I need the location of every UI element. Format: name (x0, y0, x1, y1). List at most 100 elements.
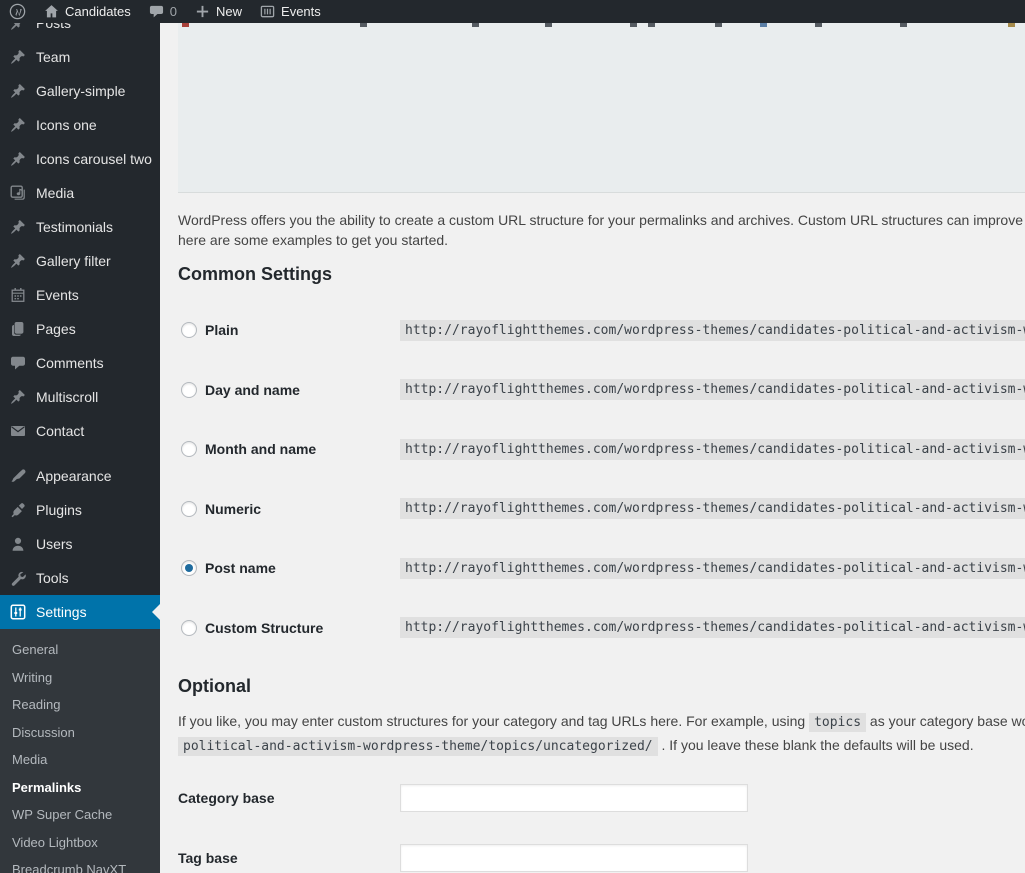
submenu-item-reading[interactable]: Reading (0, 691, 160, 719)
clipped-text-fragment (900, 23, 907, 27)
option-label: Day and name (205, 382, 400, 398)
media-icon (8, 183, 28, 203)
optional-desc-text: If you like, you may enter custom struct… (178, 713, 805, 729)
submenu-item-general[interactable]: General (0, 636, 160, 664)
sidebar-item-multiscroll[interactable]: Multiscroll (0, 380, 160, 414)
radio-plain[interactable] (181, 322, 197, 338)
example-permalink-code: political-and-activism-wordpress-theme/t… (178, 737, 658, 756)
intro-line-1: WordPress offers you the ability to crea… (178, 210, 1025, 230)
tag-base-label: Tag base (178, 850, 400, 866)
sidebar-item-label: Comments (36, 355, 104, 371)
submenu-item-wp-super-cache[interactable]: WP Super Cache (0, 801, 160, 829)
optional-title: Optional (178, 676, 1025, 697)
sidebar-item-icons-one[interactable]: Icons one (0, 108, 160, 142)
sidebar-item-label: Plugins (36, 502, 82, 518)
optional-desc-text: . If you leave these blank the defaults … (662, 737, 974, 753)
sidebar-item-media[interactable]: Media (0, 176, 160, 210)
permalink-options: Plainhttp://rayoflightthemes.com/wordpre… (178, 319, 1025, 639)
radio-day-and-name[interactable] (181, 382, 197, 398)
sidebar-item-team[interactable]: Team (0, 40, 160, 74)
pin-icon (8, 115, 28, 135)
sidebar-item-users[interactable]: Users (0, 527, 160, 561)
common-settings-title: Common Settings (178, 264, 1025, 285)
sidebar-item-plugins[interactable]: Plugins (0, 493, 160, 527)
optional-desc-line-1: If you like, you may enter custom struct… (178, 710, 1025, 734)
pin-icon (8, 81, 28, 101)
sidebar-item-contact[interactable]: Contact (0, 414, 160, 448)
radio-numeric[interactable] (181, 501, 197, 517)
clipped-text-fragment (1008, 23, 1015, 27)
permalink-example-url: http://rayoflightthemes.com/wordpress-th… (400, 498, 1025, 519)
sidebar-item-label: Users (36, 536, 73, 552)
events-menu[interactable]: Events (251, 0, 330, 23)
wordpress-menu[interactable] (0, 0, 35, 23)
submenu-item-discussion[interactable]: Discussion (0, 719, 160, 747)
tag-base-input[interactable] (400, 844, 748, 872)
site-menu[interactable]: Candidates (35, 0, 140, 23)
plug-icon (8, 500, 28, 520)
sidebar-item-events[interactable]: Events (0, 278, 160, 312)
main-content: WordPress offers you the ability to crea… (160, 0, 1025, 873)
option-label: Post name (205, 560, 400, 576)
submenu-item-permalinks[interactable]: Permalinks (0, 774, 160, 802)
permalink-example-url: http://rayoflightthemes.com/wordpress-th… (400, 320, 1025, 341)
submenu-item-writing[interactable]: Writing (0, 664, 160, 692)
new-label: New (216, 4, 242, 19)
sidebar-item-icons-carousel-two[interactable]: Icons carousel two (0, 142, 160, 176)
pin-icon (8, 47, 28, 67)
option-label: Custom Structure (205, 620, 400, 636)
radio-custom-structure[interactable] (181, 620, 197, 636)
clipped-text-fragment (545, 23, 552, 27)
clipped-text-fragment (472, 23, 479, 27)
clipped-text-fragment (182, 23, 189, 27)
category-base-input[interactable] (400, 784, 748, 812)
calendar-icon (8, 285, 28, 305)
sidebar-item-label: Media (36, 185, 74, 201)
permalink-example-url: http://rayoflightthemes.com/wordpress-th… (400, 379, 1025, 400)
submenu-item-video-lightbox[interactable]: Video Lightbox (0, 829, 160, 857)
sidebar-item-label: Pages (36, 321, 76, 337)
sidebar-item-comments[interactable]: Comments (0, 346, 160, 380)
sidebar-item-label: Gallery filter (36, 253, 111, 269)
topics-code: topics (809, 713, 866, 732)
admin-sidebar: PostsTeamGallery-simpleIcons oneIcons ca… (0, 0, 160, 873)
sidebar-item-label: Appearance (36, 468, 112, 484)
intro-line-2: here are some examples to get you starte… (178, 230, 1025, 250)
radio-month-and-name[interactable] (181, 441, 197, 457)
pin-icon (8, 387, 28, 407)
submenu-item-media[interactable]: Media (0, 746, 160, 774)
sidebar-item-appearance[interactable]: Appearance (0, 459, 160, 493)
sidebar-item-gallery-filter[interactable]: Gallery filter (0, 244, 160, 278)
optional-desc-line-2: political-and-activism-wordpress-theme/t… (178, 734, 1025, 758)
sidebar-item-tools[interactable]: Tools (0, 561, 160, 595)
permalink-option-day-and-name: Day and namehttp://rayoflightthemes.com/… (178, 379, 1025, 401)
sidebar-item-testimonials[interactable]: Testimonials (0, 210, 160, 244)
comments-menu[interactable]: 0 (140, 0, 186, 23)
comments-icon (8, 353, 28, 373)
optional-desc-text: as your category base would (870, 713, 1025, 729)
category-base-row: Category base (178, 784, 1025, 812)
sidebar-submenu: GeneralWritingReadingDiscussionMediaPerm… (0, 629, 160, 873)
sidebar-item-label: Icons carousel two (36, 151, 152, 167)
new-content-menu[interactable]: New (186, 0, 251, 23)
top-notice-box (178, 23, 1025, 193)
option-label: Numeric (205, 501, 400, 517)
sidebar-item-label: Icons one (36, 117, 97, 133)
sidebar-item-label: Gallery-simple (36, 83, 125, 99)
sidebar-item-gallery-simple[interactable]: Gallery-simple (0, 74, 160, 108)
submenu-item-breadcrumb-navxt[interactable]: Breadcrumb NavXT (0, 856, 160, 873)
pin-icon (8, 217, 28, 237)
permalink-option-post-name: Post namehttp://rayoflightthemes.com/wor… (178, 557, 1025, 579)
wordpress-logo-icon (9, 3, 26, 20)
optional-fields: Category base Tag base (178, 784, 1025, 872)
clipped-text-fragment (760, 23, 767, 27)
sidebar-item-settings[interactable]: Settings (0, 595, 160, 629)
clipped-text-fragment (630, 23, 637, 27)
pages-icon (8, 319, 28, 339)
permalink-example-url: http://rayoflightthemes.com/wordpress-th… (400, 558, 1025, 579)
sidebar-item-label: Testimonials (36, 219, 113, 235)
sidebar-item-pages[interactable]: Pages (0, 312, 160, 346)
sidebar-item-label: Tools (36, 570, 69, 586)
radio-post-name[interactable] (181, 560, 197, 576)
tag-base-row: Tag base (178, 844, 1025, 872)
